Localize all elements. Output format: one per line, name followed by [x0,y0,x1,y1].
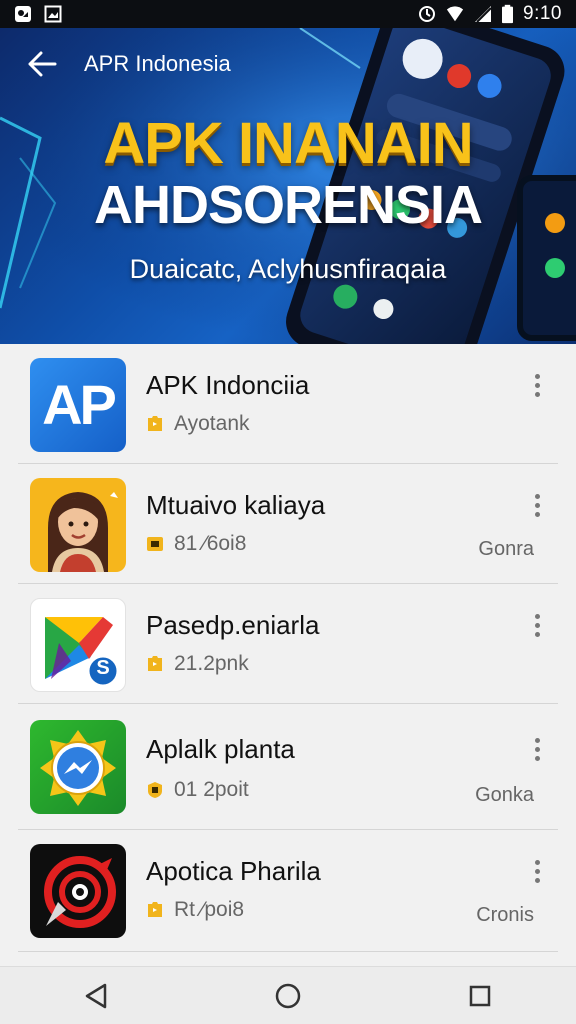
badge-icon [147,537,163,551]
app-icon-target [30,844,126,938]
app-meta-text: 21.2pnk [174,652,249,675]
more-options-button[interactable] [522,370,552,400]
battery-icon [502,4,514,24]
square-recents-icon [469,985,491,1006]
image-notification-icon [44,5,62,23]
app-bar: APR Indonesia [0,28,576,100]
more-options-button[interactable] [522,734,552,764]
status-system-icons: 9:10 [418,3,562,25]
triangle-back-icon [85,983,107,1008]
badge-icon [148,782,162,798]
app-meta-text: Rt ⁄poi8 [174,898,245,921]
app-icon-messenger [30,720,126,814]
list-item[interactable]: AP APK Indonciia Ayotank [18,344,558,464]
arrow-left-icon [28,51,57,77]
app-name: Aplalk planta [146,734,295,764]
sync-icon [419,6,436,22]
app-name: APK Indonciia [146,370,310,400]
list-item[interactable]: Aplalk planta 01 2poit Gonka [18,704,558,830]
app-meta: 81 ⁄6oi8 [146,532,246,556]
app-meta-text: 81 ⁄6oi8 [174,532,247,555]
app-meta: 21.2pnk [146,652,249,676]
app-icon-ap: AP [30,358,126,452]
app-meta: 01 2poit [146,778,249,802]
wifi-icon [446,6,464,22]
badge-icon [148,416,162,431]
app-name: Pasedp.eniarla [146,610,320,640]
messenger-icon [40,730,116,806]
gallery-notification-icon [15,6,31,22]
circle-home-icon [275,983,301,1008]
status-time: 9:10 [523,3,562,24]
status-notification-icons [14,5,62,23]
app-tag: Gonra [478,538,534,560]
more-options-button[interactable] [522,856,552,886]
app-name: Apotica Pharila [146,856,321,886]
status-bar: 9:10 [0,0,576,28]
more-options-button[interactable] [522,610,552,640]
system-navigation-bar [0,966,576,1024]
signal-icon [475,6,492,23]
list-item[interactable]: Mtuaivo kaliaya 81 ⁄6oi8 Gonra [18,464,558,584]
badge-icon [148,902,162,917]
nav-recents-button[interactable] [450,971,510,1021]
app-meta: Rt ⁄poi8 [146,898,244,922]
nav-home-button[interactable] [258,971,318,1021]
app-list: AP APK Indonciia Ayotank Mtuaivo kaliaya [0,344,576,952]
nav-back-button[interactable] [66,971,126,1021]
woman-avatar-icon [48,492,118,572]
app-tag: Cronis [476,904,534,926]
list-item[interactable]: Apotica Pharila Rt ⁄poi8 Cronis [18,830,558,952]
app-meta: Ayotank [146,412,250,436]
list-item[interactable]: S Pasedp.eniarla 21.2pnk [18,584,558,704]
hero-banner: APR Indonesia APK INANAIN AHDSORENSIA Du… [0,28,576,344]
target-icon [44,856,116,928]
hero-caption: Duaicatc, Aclyhusnfiraqaia [129,254,447,284]
more-options-button[interactable] [522,490,552,520]
badge-icon [148,656,162,671]
app-name: Mtuaivo kaliaya [146,490,326,520]
app-icon-text: AP [42,373,117,436]
app-bar-title: APR Indonesia [84,51,231,76]
app-meta-text: Ayotank [174,412,250,435]
app-icon-play: S [30,598,126,692]
app-tag: Gonka [475,784,534,806]
hero-subheadline: AHDSORENSIA [93,175,483,235]
hero-headline: APK INANAIN [103,111,473,176]
back-button[interactable] [14,36,70,92]
app-meta-text: 01 2poit [174,778,249,801]
app-icon-badge-letter: S [96,657,110,679]
app-icon-avatar [30,478,126,572]
